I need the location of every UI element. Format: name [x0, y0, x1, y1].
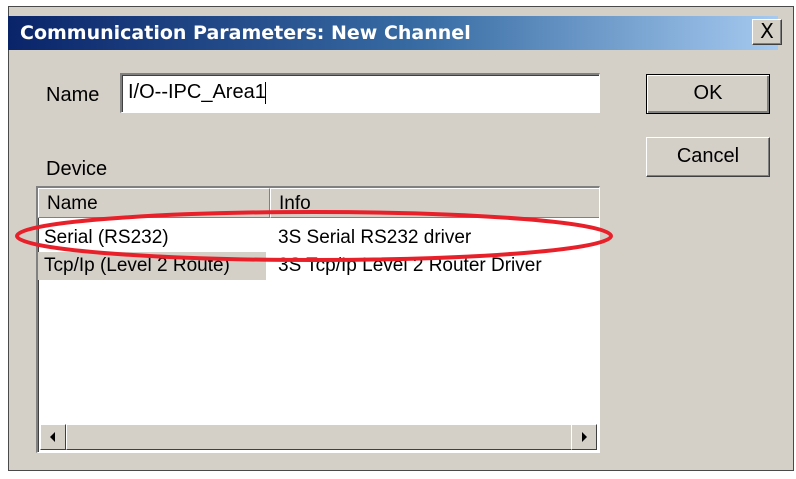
device-info-cell: 3S Serial RS232 driver	[278, 227, 472, 248]
device-name-cell: Serial (RS232)	[44, 227, 169, 248]
horizontal-scrollbar[interactable]	[40, 424, 597, 450]
cancel-button[interactable]: Cancel	[646, 137, 770, 177]
list-item[interactable]: Tcp/Ip (Level 2 Route) 3S Tcp/Ip Level 2…	[38, 252, 599, 280]
title-bar: Communication Parameters: New Channel X	[8, 16, 782, 50]
name-input[interactable]: I/O--IPC_Area1	[120, 73, 600, 113]
triangle-right-icon	[582, 432, 587, 442]
device-info-cell: 3S Tcp/Ip Level 2 Router Driver	[278, 255, 542, 276]
column-header-info[interactable]: Info	[270, 188, 599, 218]
window-title: Communication Parameters: New Channel	[20, 22, 471, 44]
triangle-left-icon	[50, 432, 55, 442]
device-name-cell: Tcp/Ip (Level 2 Route)	[38, 252, 266, 280]
ok-button[interactable]: OK	[646, 74, 770, 114]
scroll-left-button[interactable]	[40, 424, 66, 450]
name-label: Name	[46, 84, 100, 106]
column-header-name[interactable]: Name	[38, 188, 270, 218]
name-input-value: I/O--IPC_Area1	[128, 81, 266, 103]
scroll-right-button[interactable]	[571, 424, 597, 450]
text-caret	[264, 81, 266, 104]
device-label: Device	[46, 158, 108, 180]
scrollbar-thumb[interactable]	[66, 424, 572, 450]
list-item[interactable]: Serial (RS232) 3S Serial RS232 driver	[38, 224, 599, 252]
device-list[interactable]: Name Info Serial (RS232) 3S Serial RS232…	[36, 186, 600, 453]
close-button[interactable]: X	[752, 19, 782, 45]
